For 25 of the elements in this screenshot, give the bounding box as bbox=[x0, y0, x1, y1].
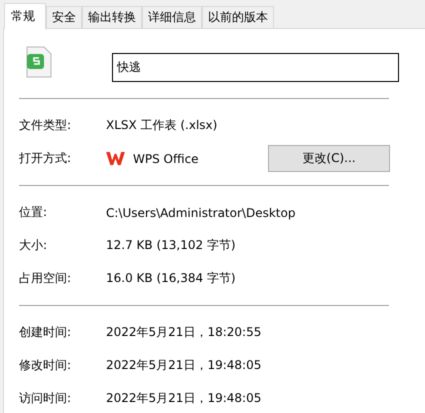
change-button[interactable]: 更改(C)... bbox=[268, 145, 390, 172]
file-name-field[interactable]: 快逃 bbox=[112, 53, 399, 82]
tab[interactable]: 以前的版本 bbox=[202, 6, 274, 28]
field-value: XLSX 工作表 (.xlsx) bbox=[106, 117, 218, 134]
field-value: 12.7 KB (13,102 字节) bbox=[106, 237, 236, 254]
tab[interactable]: 详细信息 bbox=[142, 6, 202, 28]
field-value: 16.0 KB (16,384 字节) bbox=[106, 270, 236, 287]
tab[interactable]: 安全 bbox=[46, 6, 82, 28]
tab[interactable]: 输出转换 bbox=[82, 6, 142, 28]
field-label: 占用空间: bbox=[19, 270, 72, 287]
app-logo-icon bbox=[106, 151, 125, 166]
field-value: 2022年5月21日，19:48:05 bbox=[106, 390, 262, 407]
field-label: 修改时间: bbox=[19, 357, 72, 374]
field-value: 2022年5月21日，19:48:05 bbox=[106, 357, 262, 374]
field-label: 创建时间: bbox=[19, 324, 72, 341]
tab[interactable]: 常规 bbox=[4, 3, 46, 29]
field-value: C:\Users\Administrator\Desktop bbox=[106, 206, 296, 220]
field-label: 大小: bbox=[19, 237, 48, 254]
spreadsheet-file-icon bbox=[26, 46, 52, 78]
field-label: 位置: bbox=[19, 204, 48, 221]
field-label: 打开方式: bbox=[19, 150, 72, 167]
field-value: 2022年5月21日，18:20:55 bbox=[106, 324, 262, 341]
field-label: 访问时间: bbox=[19, 390, 72, 407]
field-label: 文件类型: bbox=[19, 117, 72, 134]
app-name: WPS Office bbox=[133, 152, 199, 166]
